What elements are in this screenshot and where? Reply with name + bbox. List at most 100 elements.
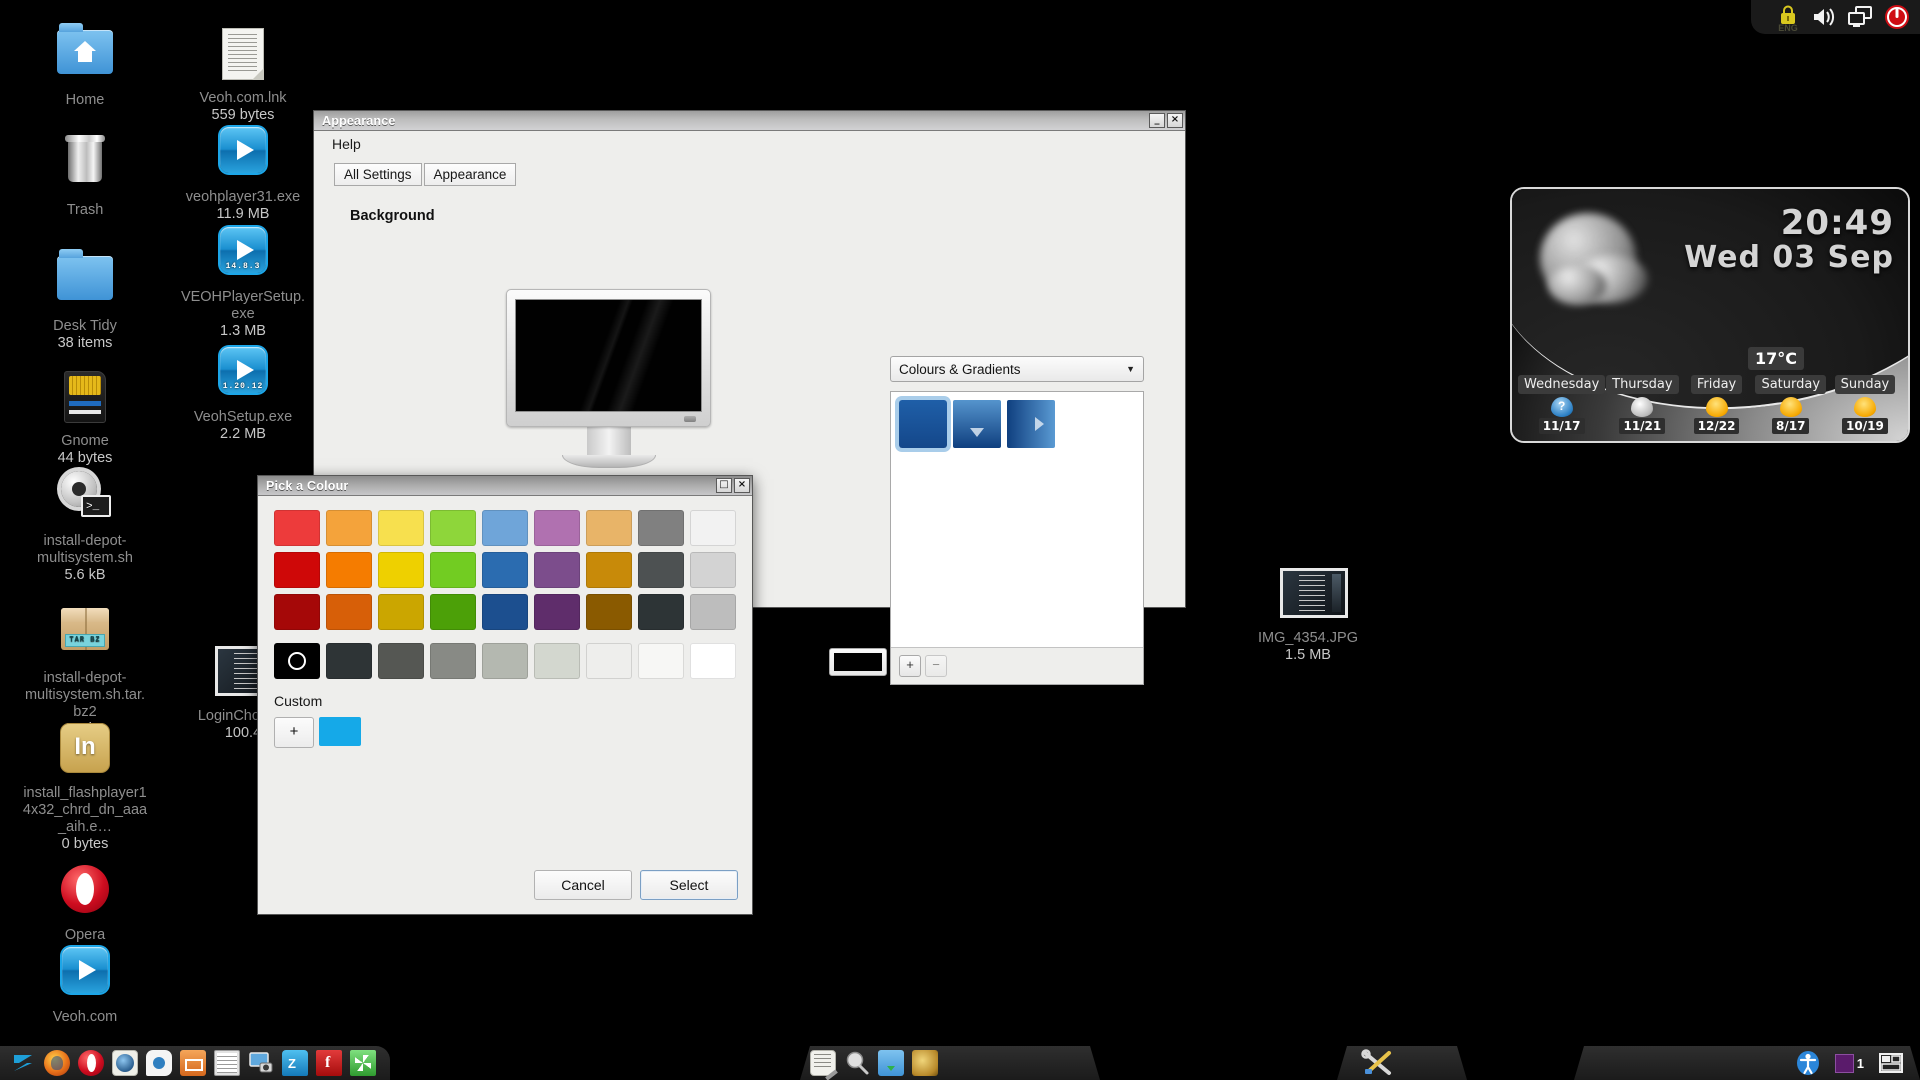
palette-swatch-r2-c6[interactable] (586, 594, 632, 630)
palette-swatch-r0-c6[interactable] (586, 510, 632, 546)
accessibility-icon[interactable] (1795, 1050, 1821, 1076)
greyscale-swatch-2[interactable] (378, 643, 424, 679)
weather-widget[interactable]: 20:49 Wed 03 Sep 17°C Wednesday? 11/17 Thu… (1510, 187, 1910, 443)
maximize-button[interactable]: □ (716, 478, 732, 493)
monitor-preview[interactable] (506, 289, 711, 468)
palette-swatch-r0-c7[interactable] (638, 510, 684, 546)
palette-swatch-r2-c1[interactable] (326, 594, 372, 630)
window-list-icon[interactable] (1878, 1050, 1904, 1076)
greyscale-swatch-7[interactable] (638, 643, 684, 679)
gradient-swatch-solid[interactable] (899, 400, 947, 448)
palette-swatch-r1-c4[interactable] (482, 552, 528, 588)
downloads-folder-icon[interactable] (878, 1050, 904, 1076)
display-icon[interactable] (1847, 4, 1873, 30)
palette-swatch-r0-c0[interactable] (274, 510, 320, 546)
gradient-swatch-vertical[interactable] (953, 400, 1001, 448)
palette-swatch-r0-c1[interactable] (326, 510, 372, 546)
desktop-icon-img-4354[interactable]: IMG_4354.JPG 1.5 MB (1245, 562, 1371, 664)
all-settings-button[interactable]: All Settings (334, 163, 422, 186)
palette-swatch-r1-c7[interactable] (638, 552, 684, 588)
system-tools-icon[interactable] (1359, 1049, 1403, 1077)
palette-swatch-r0-c8[interactable] (690, 510, 736, 546)
palette-swatch-r2-c4[interactable] (482, 594, 528, 630)
palette-swatch-r1-c1[interactable] (326, 552, 372, 588)
zorin-software-icon[interactable]: Z (282, 1050, 308, 1076)
palette-swatch-r2-c0[interactable] (274, 594, 320, 630)
palette-swatch-r0-c3[interactable] (430, 510, 476, 546)
system-tray: ENG (1751, 0, 1920, 34)
palette-swatch-r1-c0[interactable] (274, 552, 320, 588)
menu-item-help[interactable]: Help (332, 136, 361, 152)
zorin-menu-icon[interactable] (10, 1050, 36, 1076)
colour-dialog-titlebar[interactable]: Pick a Colour □ × (258, 476, 752, 496)
palette-swatch-r2-c8[interactable] (690, 594, 736, 630)
thunderbird-icon[interactable] (112, 1050, 138, 1076)
palette-swatch-r1-c8[interactable] (690, 552, 736, 588)
swatch-panel-footer: + − (891, 647, 1143, 684)
add-background-button[interactable]: + (899, 655, 921, 677)
forecast-day: Sunday 10/19 (1828, 375, 1902, 435)
remove-background-button[interactable]: − (925, 655, 947, 677)
greyscale-swatch-0[interactable] (274, 643, 320, 679)
text-editor-icon[interactable] (810, 1050, 836, 1076)
palette-swatch-r1-c5[interactable] (534, 552, 580, 588)
flash-icon[interactable]: f (316, 1050, 342, 1076)
greyscale-swatch-8[interactable] (690, 643, 736, 679)
appearance-button[interactable]: Appearance (423, 163, 517, 186)
shutdown-icon[interactable] (1884, 4, 1910, 30)
gradient-swatch-horizontal[interactable] (1007, 400, 1055, 448)
minimize-button[interactable]: _ (1149, 113, 1165, 128)
messenger-icon[interactable] (146, 1050, 172, 1076)
palette-swatch-r2-c5[interactable] (534, 594, 580, 630)
pick-colour-dialog: Pick a Colour □ × Custom + Cancel Select (257, 475, 753, 915)
desktop-icon-veoh-com[interactable]: Veoh.com (22, 942, 148, 1026)
gimp-icon[interactable] (912, 1050, 938, 1076)
keyboard-layout-lock-icon[interactable]: ENG (1777, 5, 1799, 33)
palette-swatch-r1-c2[interactable] (378, 552, 424, 588)
desktop-icon-veohsetup[interactable]: 1.20.12 VeohSetup.exe 2.2 MB (180, 342, 306, 443)
desktop-icon-install-depot-sh[interactable]: >_ install-depot-multisystem.sh 5.6 kB (22, 466, 148, 584)
calculator-icon[interactable] (214, 1050, 240, 1076)
greyscale-swatch-4[interactable] (482, 643, 528, 679)
palette-swatch-r2-c3[interactable] (430, 594, 476, 630)
workspace-indicator[interactable]: 1 (1835, 1050, 1864, 1076)
search-icon[interactable] (844, 1050, 870, 1076)
icon-label: Veoh.com.lnk (199, 90, 287, 106)
desktop-icon-home[interactable]: Home (22, 22, 148, 109)
palette-swatch-r0-c2[interactable] (378, 510, 424, 546)
current-colour-button[interactable] (829, 648, 887, 676)
select-button[interactable]: Select (640, 870, 738, 900)
desktop-icon-veoh-com-lnk[interactable]: Veoh.com.lnk 559 bytes (180, 24, 306, 124)
close-button[interactable]: × (1167, 113, 1183, 128)
greyscale-swatch-5[interactable] (534, 643, 580, 679)
firefox-icon[interactable] (44, 1050, 70, 1076)
palette-swatch-r2-c7[interactable] (638, 594, 684, 630)
greyscale-swatch-6[interactable] (586, 643, 632, 679)
palette-swatch-r2-c2[interactable] (378, 594, 424, 630)
background-source-select[interactable]: Colours & Gradients ▼ (890, 356, 1144, 382)
desktop-icon-trash[interactable]: Trash (22, 132, 148, 219)
desktop-icon-veohplayersetup[interactable]: 14.8.3 VEOHPlayerSetup.exe 1.3 MB (180, 222, 306, 340)
palette-swatch-r1-c6[interactable] (586, 552, 632, 588)
dialog-title: Pick a Colour (266, 478, 349, 493)
greyscale-swatch-3[interactable] (430, 643, 476, 679)
libreoffice-icon[interactable] (180, 1050, 206, 1076)
palette-swatch-r0-c5[interactable] (534, 510, 580, 546)
cancel-button[interactable]: Cancel (534, 870, 632, 900)
custom-colour-swatch[interactable] (319, 717, 361, 746)
wine-icon[interactable] (350, 1050, 376, 1076)
desktop-icon-opera[interactable]: Opera (22, 860, 148, 944)
palette-swatch-r1-c3[interactable] (430, 552, 476, 588)
desktop-icon-gnome[interactable]: Gnome 44 bytes (22, 368, 148, 467)
volume-icon[interactable] (1810, 4, 1836, 30)
close-button[interactable]: × (734, 478, 750, 493)
desktop-icon-desk-tidy[interactable]: Desk Tidy 38 items (22, 248, 148, 352)
desktop-icon-install-flashplayer[interactable]: In install_flashplayer14x32_chrd_dn_aaa_… (22, 718, 148, 853)
palette-swatch-r0-c4[interactable] (482, 510, 528, 546)
greyscale-swatch-1[interactable] (326, 643, 372, 679)
add-custom-colour-button[interactable]: + (274, 717, 314, 748)
screenshot-icon[interactable] (248, 1050, 274, 1076)
desktop-icon-veohplayer31[interactable]: veohplayer31.exe 11.9 MB (180, 122, 306, 223)
opera-icon[interactable] (78, 1050, 104, 1076)
appearance-titlebar[interactable]: Appearance _ × (314, 111, 1185, 131)
